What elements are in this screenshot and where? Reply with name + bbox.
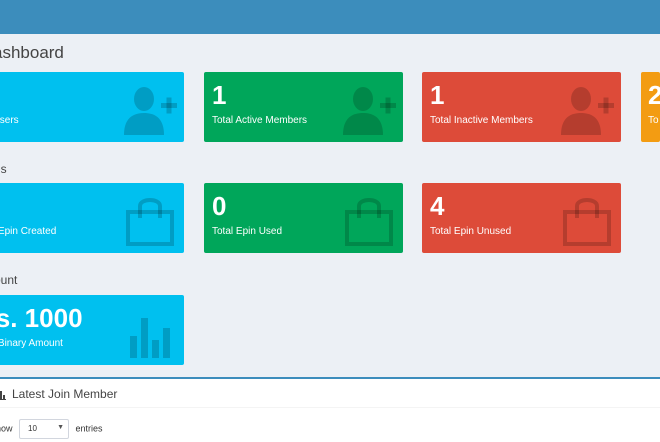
all-users-label: LL Users: [0, 115, 19, 126]
binary-amount-box[interactable]: Rs. 1000 otal Binary Amount: [0, 295, 184, 365]
top-navbar: [0, 0, 660, 34]
shopping-bag-icon: [126, 198, 174, 246]
epins-section-label: ns: [0, 162, 7, 176]
bar-chart-icon: [130, 318, 170, 358]
epin-unused-box[interactable]: 4 Total Epin Unused: [422, 183, 621, 253]
inactive-members-count: 1: [430, 80, 445, 110]
entries-select[interactable]: 10 ▼: [19, 419, 70, 439]
entries-select-value: 10: [28, 424, 37, 433]
fourth-stat-box[interactable]: 2 To: [641, 72, 660, 142]
bar-chart-icon: [0, 390, 6, 400]
binary-amount-label: otal Binary Amount: [0, 338, 63, 349]
latest-join-member-panel: Latest Join Member how 10 ▼ entries: [0, 377, 660, 442]
epin-unused-label: Total Epin Unused: [430, 226, 512, 237]
epin-used-box[interactable]: 0 Total Epin Used: [204, 183, 403, 253]
amount-section-label: ount: [0, 273, 18, 287]
inactive-members-box[interactable]: 1 Total Inactive Members: [422, 72, 621, 142]
entries-length-control: how 10 ▼ entries: [0, 419, 103, 439]
epin-used-count: 0: [212, 191, 227, 221]
add-user-icon: [343, 87, 396, 135]
epin-used-label: Total Epin Used: [212, 226, 283, 237]
panel-divider: [0, 407, 660, 408]
show-label: how: [0, 423, 13, 434]
epin-created-label: otal Epin Created: [0, 226, 57, 237]
active-members-count: 1: [212, 80, 227, 110]
epin-created-box[interactable]: 4 otal Epin Created: [0, 183, 184, 253]
fourth-stat-label: To: [648, 115, 659, 126]
page-title: ashboard: [0, 43, 64, 62]
inactive-members-label: Total Inactive Members: [430, 115, 533, 126]
binary-amount-value: Rs. 1000: [0, 303, 83, 333]
shopping-bag-icon: [563, 198, 611, 246]
active-members-label: Total Active Members: [212, 115, 308, 126]
panel-header: Latest Join Member: [0, 387, 117, 401]
chevron-down-icon: ▼: [57, 424, 65, 431]
add-user-icon: [124, 87, 177, 135]
active-members-box[interactable]: 1 Total Active Members: [204, 72, 403, 142]
shopping-bag-icon: [345, 198, 393, 246]
fourth-stat-count: 2: [648, 80, 660, 110]
panel-title: Latest Join Member: [12, 387, 118, 401]
all-users-box[interactable]: 2 LL Users: [0, 72, 184, 142]
epin-unused-count: 4: [430, 191, 445, 221]
entries-label: entries: [75, 423, 103, 434]
add-user-icon: [561, 87, 614, 135]
